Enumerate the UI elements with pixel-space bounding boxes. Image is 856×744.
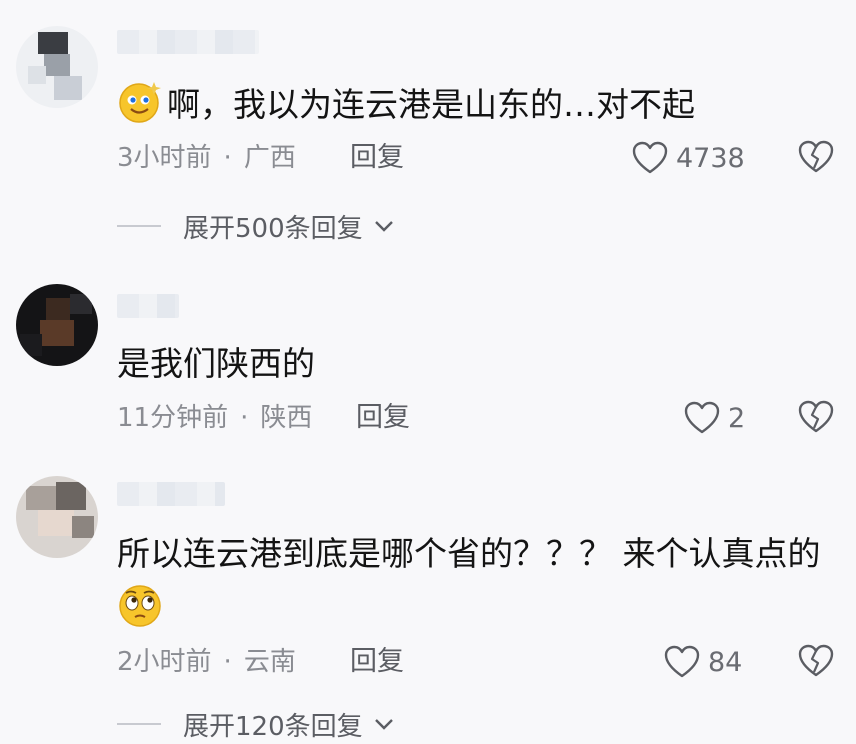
timestamp: 11分钟前 [117, 403, 229, 433]
avatar[interactable] [16, 284, 98, 366]
like-count: 84 [708, 646, 743, 678]
comment-emoji-line [117, 582, 167, 631]
comment-meta: 3小时前 · 广西 [117, 140, 296, 176]
chevron-down-icon [374, 719, 393, 730]
like-button[interactable]: 84 [664, 642, 742, 682]
timestamp: 2小时前 [117, 647, 212, 677]
dislike-button[interactable] [798, 644, 834, 680]
reply-button[interactable]: 回复 [350, 644, 404, 680]
reply-button[interactable]: 回复 [350, 140, 404, 176]
expand-replies[interactable]: 展开500条回复 [117, 208, 395, 244]
location: 云南 [243, 647, 296, 677]
heart-icon [664, 645, 700, 678]
broken-heart-icon [798, 140, 834, 173]
separator: · [223, 647, 232, 677]
broken-heart-icon [798, 644, 834, 677]
timestamp: 3小时前 [117, 143, 212, 173]
comment-text-content: 啊，我以为连云港是山东的…对不起 [167, 85, 695, 124]
username[interactable] [117, 30, 259, 54]
separator: · [240, 403, 249, 433]
like-button[interactable]: 4738 [632, 138, 745, 178]
comment-meta: 11分钟前 · 陕西 [117, 400, 312, 436]
divider-line [117, 225, 161, 227]
separator: · [223, 143, 232, 173]
avatar[interactable] [16, 476, 98, 558]
username[interactable] [117, 294, 179, 318]
divider-line [117, 723, 161, 725]
like-count: 4738 [676, 142, 745, 174]
heart-icon [684, 401, 720, 434]
comment-text: 所以连云港到底是哪个省的？？？ 来个认真点的 [117, 532, 821, 576]
reply-button[interactable]: 回复 [356, 400, 410, 436]
location: 广西 [243, 143, 296, 173]
like-button[interactable]: 2 [684, 398, 745, 438]
comment-text-content: 是我们陕西的 [117, 344, 315, 383]
expand-replies[interactable]: 展开120条回复 [117, 706, 395, 742]
comment-meta: 2小时前 · 云南 [117, 644, 296, 680]
comment-text: 是我们陕西的 [117, 342, 315, 386]
chevron-down-icon [374, 221, 393, 232]
expand-replies-label: 展开500条回复 [183, 213, 363, 244]
avatar[interactable] [16, 26, 98, 108]
username[interactable] [117, 482, 225, 506]
like-count: 2 [728, 402, 746, 434]
comment-text-content: 所以连云港到底是哪个省的？？？ 来个认真点的 [117, 534, 821, 573]
thinking-eyes-emoji-icon [117, 582, 161, 627]
smile-emoji-icon [117, 78, 161, 123]
expand-replies-label: 展开120条回复 [183, 711, 363, 742]
dislike-button[interactable] [798, 140, 834, 176]
location: 陕西 [260, 403, 313, 433]
comment-text: 啊，我以为连云港是山东的…对不起 [117, 78, 695, 127]
broken-heart-icon [798, 400, 834, 433]
dislike-button[interactable] [798, 400, 834, 436]
heart-icon [632, 141, 668, 174]
